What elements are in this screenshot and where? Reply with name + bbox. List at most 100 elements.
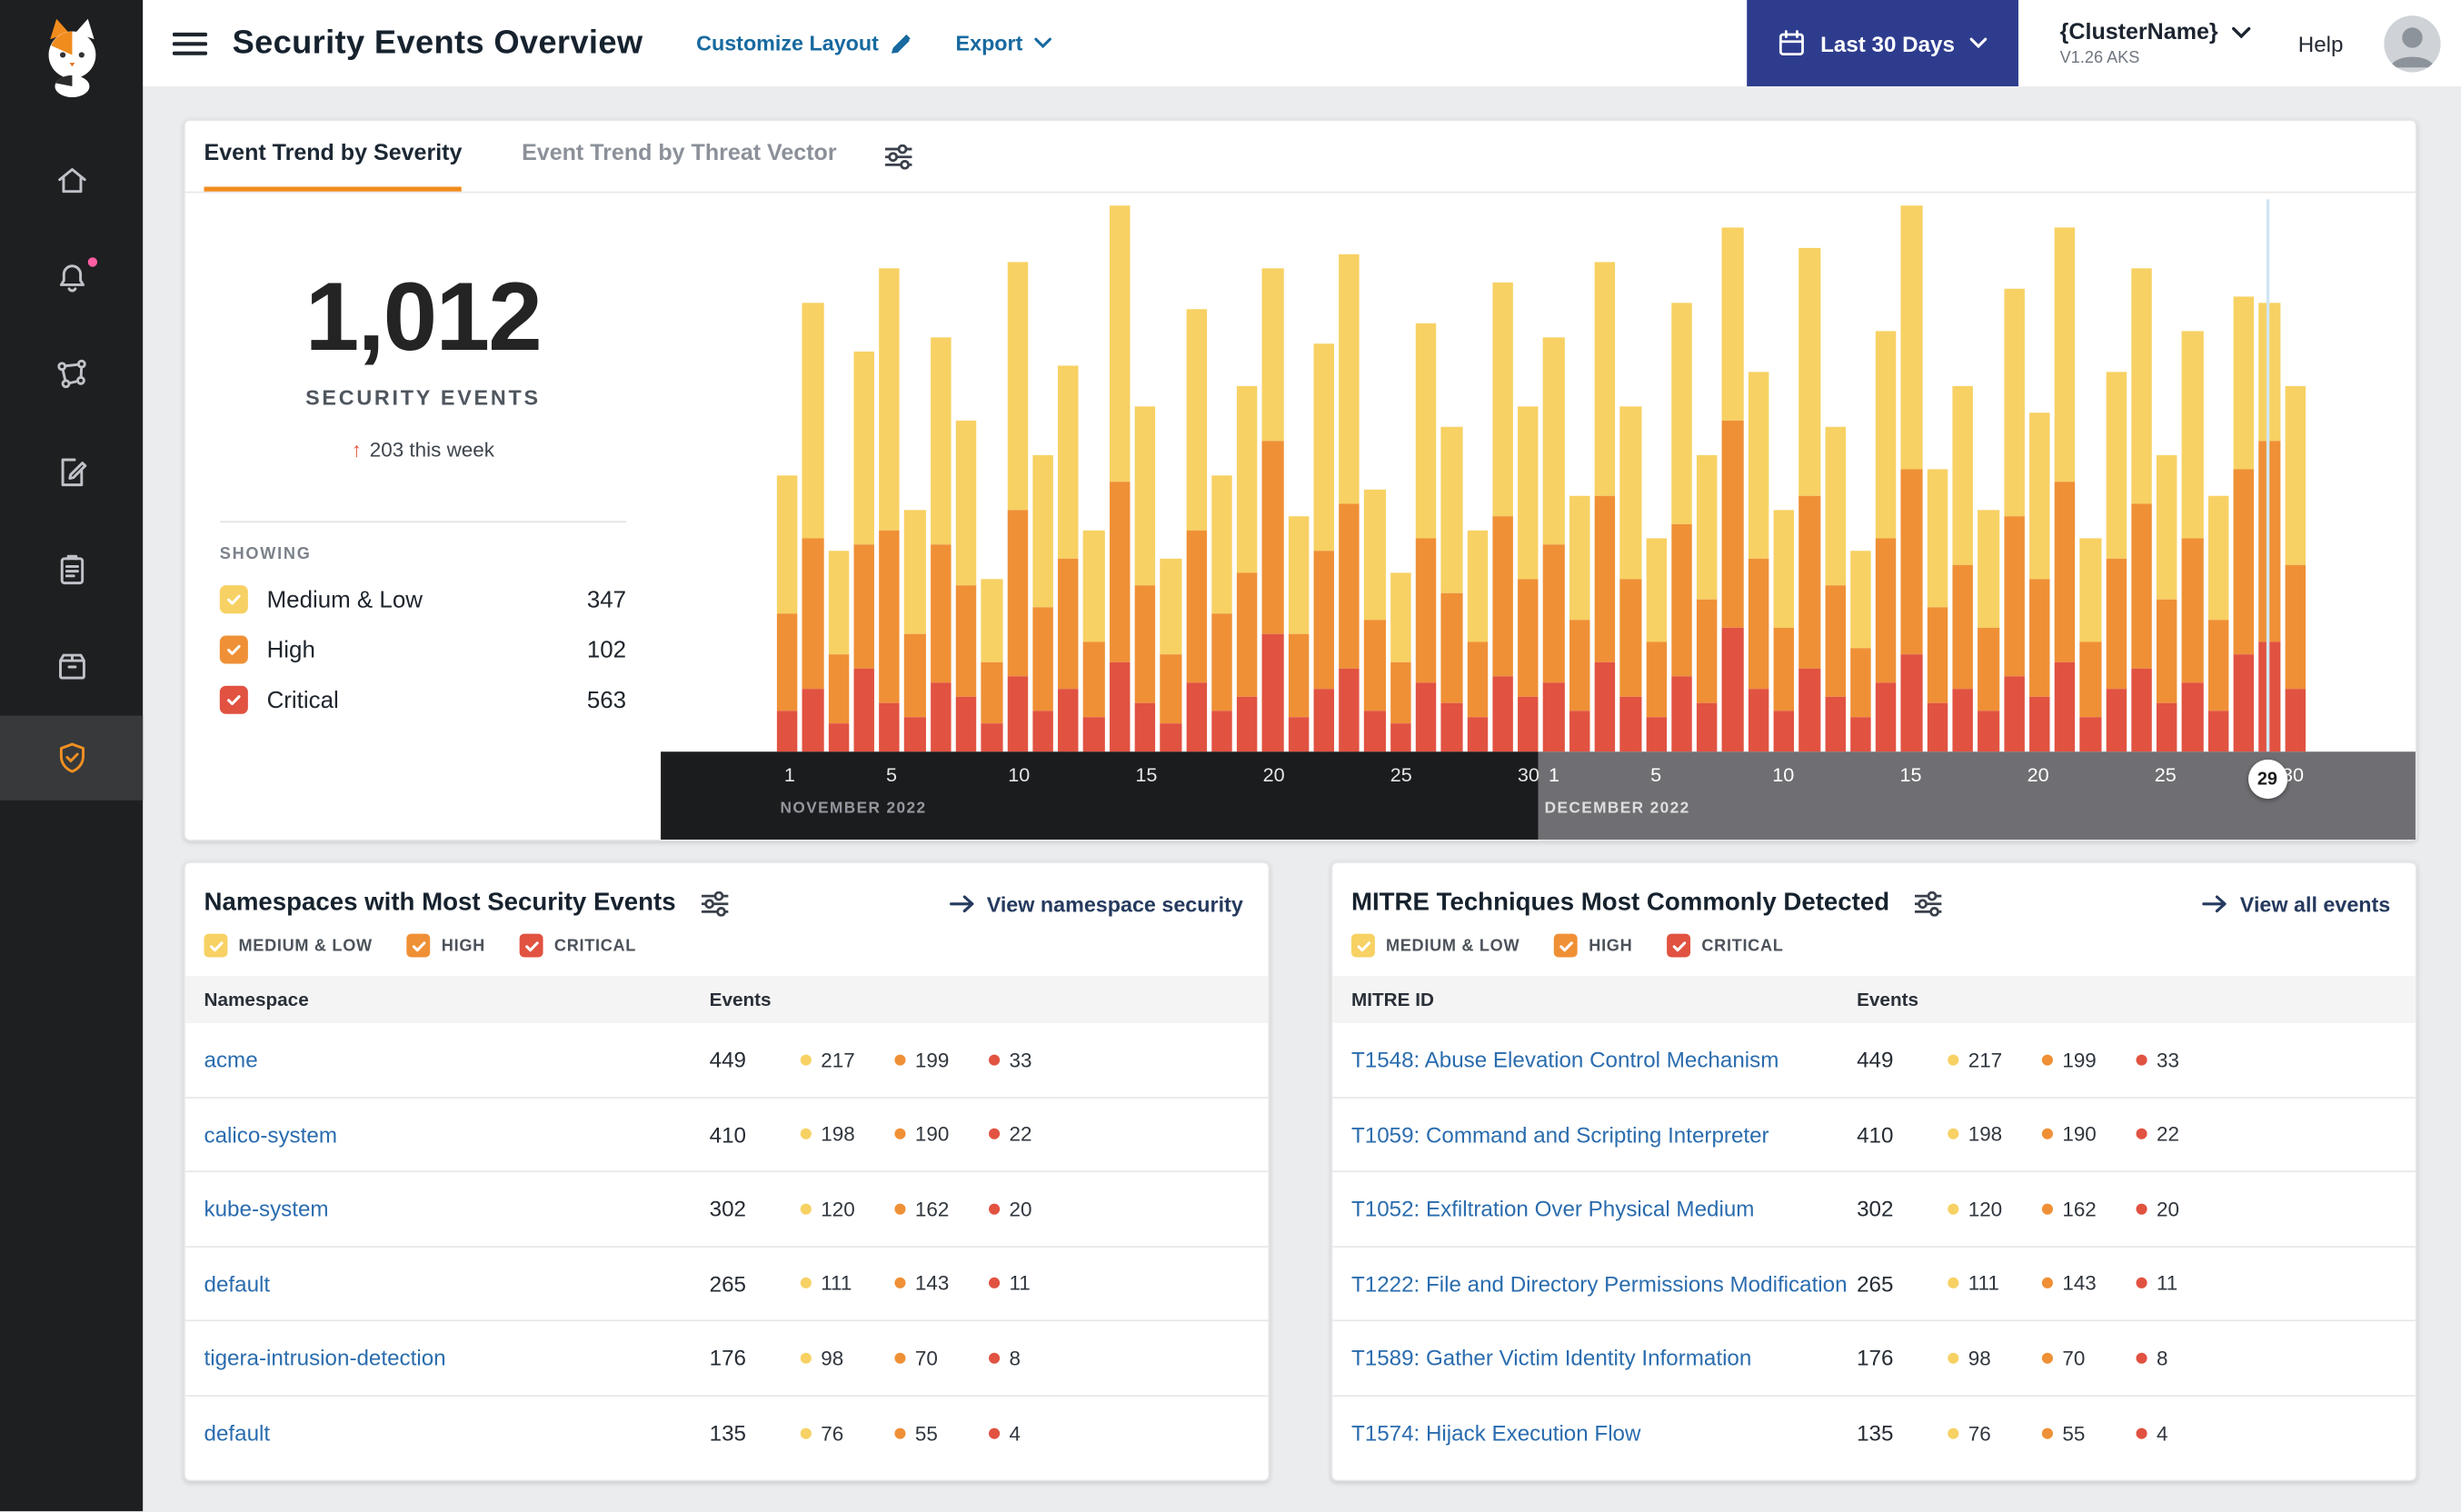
calico-logo[interactable] <box>31 13 113 98</box>
stacked-bar[interactable] <box>1671 199 1692 752</box>
severity-filter[interactable]: MEDIUM & LOW <box>204 933 373 958</box>
stacked-bar[interactable] <box>776 199 798 752</box>
stacked-bar[interactable] <box>1619 199 1641 752</box>
stacked-bar[interactable] <box>2028 199 2050 752</box>
stacked-bar[interactable] <box>1849 199 1871 752</box>
stacked-bar[interactable] <box>1364 199 1386 752</box>
stacked-bar[interactable] <box>1875 199 1897 752</box>
stacked-bar[interactable] <box>1339 199 1360 752</box>
stacked-bar[interactable] <box>1697 199 1719 752</box>
stacked-bar[interactable] <box>1748 199 1769 752</box>
stacked-bar[interactable] <box>1543 199 1565 752</box>
sidebar-item-home[interactable] <box>0 132 143 229</box>
stacked-bar[interactable] <box>1798 199 1820 752</box>
mitre-technique-link[interactable]: T1574: Hijack Execution Flow <box>1351 1420 1857 1446</box>
current-day-badge[interactable]: 29 <box>2247 759 2287 800</box>
mitre-filter-button[interactable] <box>1913 890 1943 917</box>
severity-filter[interactable]: CRITICAL <box>519 933 636 958</box>
tab-event-trend-by-severity[interactable]: Event Trend by Severity <box>204 121 463 192</box>
severity-filter[interactable]: HIGH <box>1554 933 1632 958</box>
sidebar-item-images[interactable] <box>0 618 143 715</box>
stacked-bar[interactable] <box>1390 199 1411 752</box>
stacked-bar[interactable] <box>981 199 1002 752</box>
stacked-bar[interactable] <box>1594 199 1616 752</box>
namespace-link[interactable]: kube-system <box>204 1196 710 1221</box>
trend-filter-button[interactable] <box>883 144 913 169</box>
stacked-bar[interactable] <box>1058 199 1080 752</box>
stacked-bar[interactable] <box>2258 199 2280 752</box>
namespaces-filter-button[interactable] <box>700 890 730 917</box>
mitre-technique-link[interactable]: T1052: Exfiltration Over Physical Medium <box>1351 1196 1857 1221</box>
sidebar-item-alerts[interactable] <box>0 229 143 326</box>
stacked-bar[interactable] <box>2233 199 2255 752</box>
events-trend-chart[interactable]: 1 5 10 15 20 25 30 NOVEMBER 2022 1 5 10 15 20 25 30 DEC… <box>661 193 2416 840</box>
namespace-link[interactable]: acme <box>204 1047 710 1072</box>
stacked-bar[interactable] <box>1313 199 1335 752</box>
stacked-bar[interactable] <box>2157 199 2178 752</box>
mitre-technique-link[interactable]: T1589: Gather Victim Identity Informatio… <box>1351 1346 1857 1371</box>
stacked-bar[interactable] <box>1927 199 1948 752</box>
stacked-bar[interactable] <box>1237 199 1258 752</box>
stacked-bar[interactable] <box>2079 199 2101 752</box>
stacked-bar[interactable] <box>1083 199 1105 752</box>
sidebar-item-security-events[interactable] <box>0 715 144 801</box>
stacked-bar[interactable] <box>1262 199 1284 752</box>
stacked-bar[interactable] <box>955 199 977 752</box>
customize-layout-button[interactable]: Customize Layout <box>696 32 912 55</box>
stacked-bar[interactable] <box>2284 199 2306 752</box>
stacked-bar[interactable] <box>2207 199 2229 752</box>
severity-checkbox[interactable] <box>1667 933 1691 958</box>
sidebar-item-service-graph[interactable] <box>0 326 143 423</box>
stacked-bar[interactable] <box>2054 199 2076 752</box>
stacked-bar[interactable] <box>1211 199 1232 752</box>
stacked-bar[interactable] <box>930 199 952 752</box>
stacked-bar[interactable] <box>1440 199 1462 752</box>
mitre-technique-link[interactable]: T1548: Abuse Elevation Control Mechanism <box>1351 1047 1857 1072</box>
stacked-bar[interactable] <box>1006 199 1028 752</box>
stacked-bar[interactable] <box>802 199 823 752</box>
stacked-bar[interactable] <box>2003 199 2025 752</box>
mitre-technique-link[interactable]: T1059: Command and Scripting Interpreter <box>1351 1121 1857 1147</box>
severity-checkbox[interactable] <box>219 685 248 714</box>
stacked-bar[interactable] <box>1160 199 1181 752</box>
sidebar-item-compliance[interactable] <box>0 521 143 618</box>
stacked-bar[interactable] <box>1569 199 1590 752</box>
severity-checkbox[interactable] <box>204 933 228 958</box>
severity-checkbox[interactable] <box>519 933 543 958</box>
stacked-bar[interactable] <box>2182 199 2204 752</box>
view-namespace-security-link[interactable]: View namespace security <box>949 892 1243 916</box>
severity-filter[interactable]: MEDIUM & LOW <box>1350 933 1519 958</box>
date-range-button[interactable]: Last 30 Days <box>1746 0 2019 86</box>
stacked-bar[interactable] <box>2131 199 2153 752</box>
namespace-link[interactable]: calico-system <box>204 1121 710 1147</box>
sidebar-item-policies[interactable] <box>0 423 143 521</box>
stacked-bar[interactable] <box>1185 199 1207 752</box>
stacked-bar[interactable] <box>879 199 901 752</box>
hamburger-menu-button[interactable] <box>172 31 207 56</box>
stacked-bar[interactable] <box>904 199 926 752</box>
severity-filter[interactable]: HIGH <box>406 933 485 958</box>
mitre-technique-link[interactable]: T1222: File and Directory Permissions Mo… <box>1351 1270 1857 1296</box>
namespace-link[interactable]: tigera-intrusion-detection <box>204 1346 710 1371</box>
stacked-bar[interactable] <box>1288 199 1310 752</box>
user-avatar[interactable] <box>2384 15 2441 72</box>
stacked-bar[interactable] <box>1952 199 1974 752</box>
stacked-bar[interactable] <box>1901 199 1923 752</box>
severity-checkbox[interactable] <box>406 933 431 958</box>
stacked-bar[interactable] <box>828 199 850 752</box>
stacked-bar[interactable] <box>1415 199 1437 752</box>
stacked-bar[interactable] <box>2106 199 2127 752</box>
namespace-link[interactable]: default <box>204 1420 710 1446</box>
severity-filter[interactable]: CRITICAL <box>1667 933 1783 958</box>
namespace-link[interactable]: default <box>204 1270 710 1296</box>
export-button[interactable]: Export <box>956 32 1051 55</box>
stacked-bar[interactable] <box>1518 199 1539 752</box>
stacked-bar[interactable] <box>1467 199 1489 752</box>
stacked-bar[interactable] <box>1773 199 1795 752</box>
cluster-selector[interactable]: {ClusterName} V1.26 AKS <box>2060 20 2251 66</box>
severity-checkbox[interactable] <box>219 635 248 664</box>
stacked-bar[interactable] <box>853 199 875 752</box>
stacked-bar[interactable] <box>1824 199 1846 752</box>
tab-event-trend-by-threat-vector[interactable]: Event Trend by Threat Vector <box>522 121 837 192</box>
stacked-bar[interactable] <box>1032 199 1054 752</box>
